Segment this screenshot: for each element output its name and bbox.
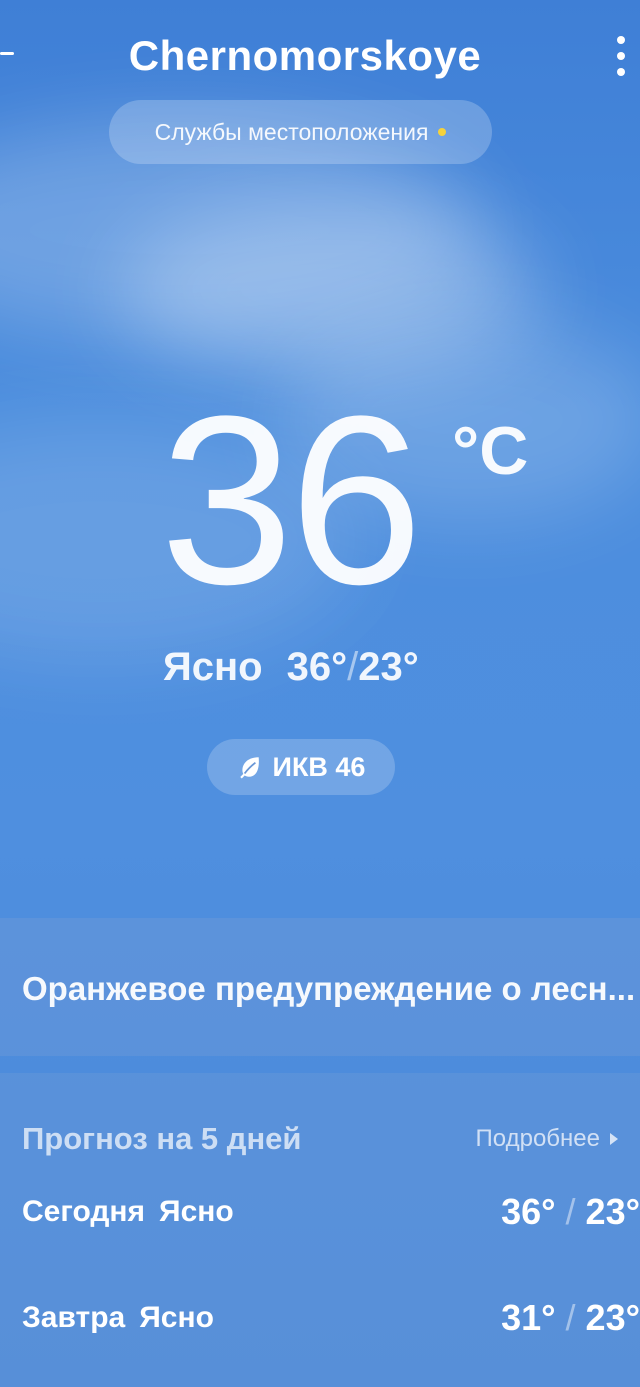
condition-text: Ясно (163, 645, 263, 689)
city-name: Chernomorskoye (128, 32, 482, 79)
current-condition-line: Ясно 36°/23° (163, 645, 419, 689)
forecast-day: Сегодня (22, 1195, 146, 1228)
leaf-icon (239, 757, 259, 779)
location-services-button[interactable]: Службы местоположения (109, 100, 492, 164)
forecast-high: 31° (501, 1297, 556, 1338)
forecast-condition: Ясно (139, 1301, 214, 1334)
header: Chernomorskoye (0, 0, 640, 100)
high-temp: 36° (286, 645, 348, 689)
forecast-title: Прогноз на 5 дней (22, 1121, 302, 1156)
forecast-high: 36° (501, 1191, 556, 1232)
forecast-row[interactable]: Сегодня Ясно 36°/23° (0, 1191, 640, 1251)
temperature-unit: °C (452, 413, 529, 489)
forecast-low: 23° (585, 1297, 640, 1338)
aqi-label: ИКВ 46 (272, 751, 366, 782)
aqi-badge[interactable]: ИКВ 46 (207, 739, 395, 795)
location-services-label: Службы местоположения (154, 118, 429, 145)
current-temperature: 36 (160, 366, 423, 634)
forecast-condition: Ясно (159, 1195, 234, 1228)
forecast-day: Завтра (22, 1301, 126, 1334)
status-dot-icon (438, 128, 447, 136)
warning-text: Оранжевое предупреждение о лесн... (22, 970, 636, 1007)
fire-warning-banner[interactable]: Оранжевое предупреждение о лесн... (0, 918, 640, 1056)
forecast-row[interactable]: Завтра Ясно 31°/23° (0, 1297, 640, 1357)
forecast-more-label: Подробнее (475, 1125, 600, 1152)
five-day-forecast: Прогноз на 5 дней Подробнее Сегодня Ясно … (0, 1073, 640, 1387)
low-temp: 23° (358, 645, 419, 689)
more-vertical-icon[interactable] (616, 36, 626, 76)
forecast-low: 23° (585, 1191, 640, 1232)
forecast-more-link[interactable]: Подробнее (476, 1125, 618, 1153)
triangle-right-icon (610, 1133, 618, 1145)
